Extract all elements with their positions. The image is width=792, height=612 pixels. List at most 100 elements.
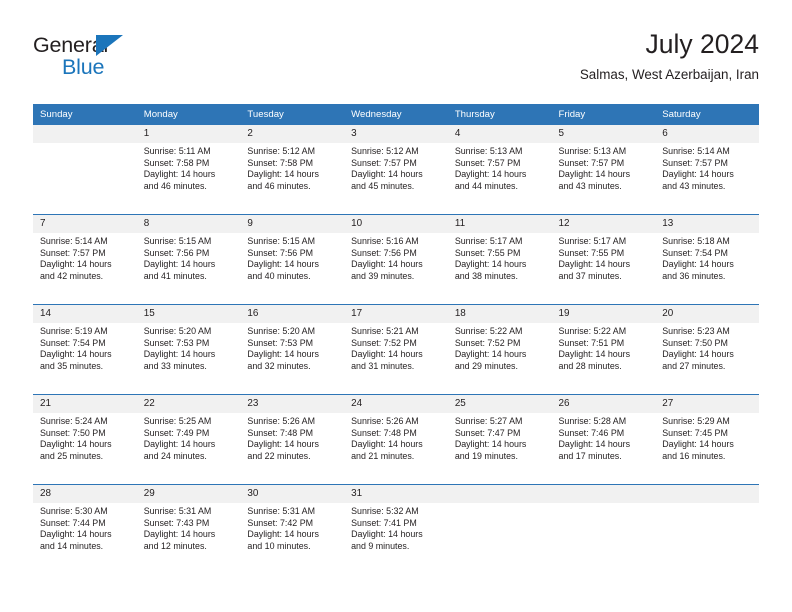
day-cell[interactable]: Sunrise: 5:20 AM Sunset: 7:53 PM Dayligh…	[240, 323, 345, 395]
day-number[interactable]: 27	[655, 394, 759, 413]
day-number[interactable]: 4	[447, 125, 552, 143]
weekday-header-friday: Friday	[551, 104, 656, 125]
sunrise-text: Sunrise: 5:14 AM	[662, 146, 730, 156]
day-cell[interactable]: Sunrise: 5:18 AM Sunset: 7:54 PM Dayligh…	[655, 233, 759, 305]
day-cell[interactable]: Sunrise: 5:17 AM Sunset: 7:55 PM Dayligh…	[551, 233, 656, 305]
general-blue-logo[interactable]: General Blue	[33, 33, 233, 81]
day-number[interactable]: 7	[33, 214, 137, 233]
daylight-text-line1: Daylight: 14 hours	[662, 349, 734, 360]
sunset-text: Sunset: 7:57 PM	[558, 157, 625, 168]
day-number[interactable]: 26	[551, 394, 656, 413]
day-cell[interactable]: Sunrise: 5:29 AM Sunset: 7:45 PM Dayligh…	[655, 413, 759, 485]
day-cell[interactable]: Sunrise: 5:21 AM Sunset: 7:52 PM Dayligh…	[344, 323, 448, 395]
day-cell[interactable]: Sunrise: 5:11 AM Sunset: 7:58 PM Dayligh…	[136, 143, 241, 215]
day-cell[interactable]: Sunrise: 5:30 AM Sunset: 7:44 PM Dayligh…	[33, 503, 137, 574]
day-number[interactable]: 16	[240, 304, 345, 323]
day-number[interactable]	[447, 484, 552, 503]
calendar-body: 1 2 3 4 5 6 Sunrise: 5:11 AM Sunset: 7:5…	[33, 125, 759, 574]
daylight-text-line1: Daylight: 14 hours	[351, 259, 423, 270]
day-number[interactable]: 17	[344, 304, 448, 323]
day-cell[interactable]: Sunrise: 5:22 AM Sunset: 7:51 PM Dayligh…	[551, 323, 656, 395]
day-number[interactable]	[33, 125, 137, 143]
day-number[interactable]: 15	[136, 304, 241, 323]
day-cell[interactable]: Sunrise: 5:13 AM Sunset: 7:57 PM Dayligh…	[447, 143, 552, 215]
day-number[interactable]	[551, 484, 656, 503]
sunset-text: Sunset: 7:50 PM	[662, 337, 728, 348]
day-number[interactable]: 20	[655, 304, 759, 323]
day-cell[interactable]: Sunrise: 5:24 AM Sunset: 7:50 PM Dayligh…	[33, 413, 137, 485]
day-number[interactable]: 14	[33, 304, 137, 323]
daylight-text-line1: Daylight: 14 hours	[40, 529, 112, 540]
day-cell[interactable]: Sunrise: 5:23 AM Sunset: 7:50 PM Dayligh…	[655, 323, 759, 395]
day-number[interactable]: 5	[551, 125, 656, 143]
day-number[interactable]: 28	[33, 484, 137, 503]
day-cell[interactable]: Sunrise: 5:31 AM Sunset: 7:42 PM Dayligh…	[240, 503, 345, 574]
day-number[interactable]: 25	[447, 394, 552, 413]
sunrise-text: Sunrise: 5:12 AM	[351, 146, 419, 156]
daylight-text-line1: Daylight: 14 hours	[454, 169, 527, 180]
day-cell[interactable]: Sunrise: 5:22 AM Sunset: 7:52 PM Dayligh…	[447, 323, 552, 395]
day-number[interactable]: 13	[655, 214, 759, 233]
sunrise-text: Sunrise: 5:26 AM	[351, 416, 419, 426]
day-number[interactable]: 1	[136, 125, 241, 143]
day-cell[interactable]: Sunrise: 5:16 AM Sunset: 7:56 PM Dayligh…	[344, 233, 448, 305]
daylight-text-line1: Daylight: 14 hours	[40, 349, 112, 360]
sunset-text: Sunset: 7:55 PM	[454, 247, 521, 258]
day-cell[interactable]: Sunrise: 5:15 AM Sunset: 7:56 PM Dayligh…	[240, 233, 345, 305]
day-cell[interactable]: Sunrise: 5:13 AM Sunset: 7:57 PM Dayligh…	[551, 143, 656, 215]
daylight-text-line2: and 46 minutes.	[143, 180, 207, 191]
day-cell[interactable]: Sunrise: 5:26 AM Sunset: 7:48 PM Dayligh…	[344, 413, 448, 485]
day-cell[interactable]: Sunrise: 5:14 AM Sunset: 7:57 PM Dayligh…	[33, 233, 137, 305]
daylight-text-line2: and 19 minutes.	[454, 450, 518, 461]
daylight-text-line2: and 17 minutes.	[558, 450, 622, 461]
day-cell[interactable]: Sunrise: 5:20 AM Sunset: 7:53 PM Dayligh…	[136, 323, 241, 395]
day-number[interactable]: 9	[240, 214, 345, 233]
day-number[interactable]: 18	[447, 304, 552, 323]
sunset-text: Sunset: 7:56 PM	[351, 247, 417, 258]
daylight-text-line1: Daylight: 14 hours	[247, 529, 319, 540]
day-number[interactable]: 10	[344, 214, 448, 233]
day-cell[interactable]: Sunrise: 5:32 AM Sunset: 7:41 PM Dayligh…	[344, 503, 448, 574]
day-cell[interactable]	[447, 503, 552, 574]
day-cell[interactable]: Sunrise: 5:27 AM Sunset: 7:47 PM Dayligh…	[447, 413, 552, 485]
day-number[interactable]: 2	[240, 125, 345, 143]
day-cell[interactable]: Sunrise: 5:14 AM Sunset: 7:57 PM Dayligh…	[655, 143, 759, 215]
weekday-header-thursday: Thursday	[447, 104, 552, 125]
day-number[interactable]: 23	[240, 394, 345, 413]
day-cell[interactable]: Sunrise: 5:12 AM Sunset: 7:57 PM Dayligh…	[344, 143, 448, 215]
day-cell[interactable]: Sunrise: 5:15 AM Sunset: 7:56 PM Dayligh…	[136, 233, 241, 305]
day-cell[interactable]: Sunrise: 5:26 AM Sunset: 7:48 PM Dayligh…	[240, 413, 345, 485]
day-cell[interactable]: Sunrise: 5:25 AM Sunset: 7:49 PM Dayligh…	[136, 413, 241, 485]
day-cell[interactable]: Sunrise: 5:19 AM Sunset: 7:54 PM Dayligh…	[33, 323, 137, 395]
day-number[interactable]: 19	[551, 304, 656, 323]
day-cell[interactable]: Sunrise: 5:28 AM Sunset: 7:46 PM Dayligh…	[551, 413, 656, 485]
day-cell[interactable]	[551, 503, 656, 574]
day-number[interactable]	[655, 484, 759, 503]
day-number[interactable]: 30	[240, 484, 345, 503]
daylight-text-line2: and 36 minutes.	[662, 270, 726, 281]
day-number[interactable]: 31	[344, 484, 448, 503]
day-number[interactable]: 24	[344, 394, 448, 413]
day-cell[interactable]: Sunrise: 5:17 AM Sunset: 7:55 PM Dayligh…	[447, 233, 552, 305]
daylight-text-line1: Daylight: 14 hours	[351, 439, 423, 450]
day-cell[interactable]	[33, 143, 137, 215]
day-number[interactable]: 12	[551, 214, 656, 233]
day-number[interactable]: 22	[136, 394, 241, 413]
daylight-text-line1: Daylight: 14 hours	[558, 439, 631, 450]
day-number[interactable]: 8	[136, 214, 241, 233]
week-row-details: Sunrise: 5:11 AM Sunset: 7:58 PM Dayligh…	[33, 143, 759, 215]
day-number[interactable]: 21	[33, 394, 137, 413]
sunset-text: Sunset: 7:47 PM	[454, 427, 521, 438]
day-number[interactable]: 29	[136, 484, 241, 503]
day-cell[interactable]: Sunrise: 5:12 AM Sunset: 7:58 PM Dayligh…	[240, 143, 345, 215]
weekday-header-wednesday: Wednesday	[344, 104, 448, 125]
day-number[interactable]: 11	[447, 214, 552, 233]
day-number[interactable]: 6	[655, 125, 759, 143]
sunrise-text: Sunrise: 5:15 AM	[143, 236, 212, 246]
daylight-text-line1: Daylight: 14 hours	[454, 259, 527, 270]
sunrise-text: Sunrise: 5:22 AM	[454, 326, 523, 336]
sunrise-text: Sunrise: 5:16 AM	[351, 236, 419, 246]
day-cell[interactable]: Sunrise: 5:31 AM Sunset: 7:43 PM Dayligh…	[136, 503, 241, 574]
day-number[interactable]: 3	[344, 125, 448, 143]
day-cell[interactable]	[655, 503, 759, 574]
